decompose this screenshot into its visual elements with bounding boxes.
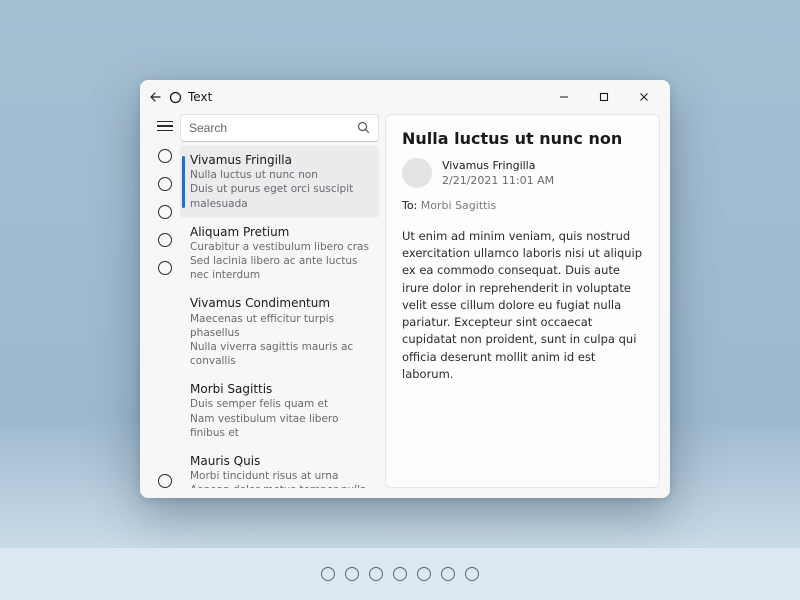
maximize-button[interactable]	[584, 83, 624, 111]
list-item-title: Vivamus Condimentum	[190, 295, 371, 311]
message-heading: Nulla luctus ut nunc non	[402, 129, 643, 148]
search-box[interactable]	[180, 114, 379, 142]
sender-meta: Vivamus Fringilla 2/21/2021 11:01 AM	[442, 158, 554, 189]
pagination-dot[interactable]	[345, 567, 359, 581]
list-item-subtitle: Curabitur a vestibulum libero cras	[190, 240, 371, 254]
sender-row: Vivamus Fringilla 2/21/2021 11:01 AM	[402, 158, 643, 189]
list-item[interactable]: Morbi SagittisDuis semper felis quam etN…	[180, 375, 379, 447]
avatar	[402, 158, 432, 188]
list-item-preview: Sed lacinia libero ac ante luctus nec in…	[190, 254, 371, 282]
back-icon[interactable]	[148, 90, 162, 104]
list-item-subtitle: Maecenas ut efficitur turpis phasellus	[190, 312, 371, 340]
list-pane: Vivamus FringillaNulla luctus ut nunc no…	[180, 114, 385, 488]
titlebar: Text	[140, 80, 670, 114]
nav-rail	[150, 114, 180, 488]
list-item-preview: Nulla viverra sagittis mauris ac convall…	[190, 340, 371, 368]
rail-item[interactable]	[158, 261, 172, 275]
close-button[interactable]	[624, 83, 664, 111]
to-row: To: Morbi Sagittis	[402, 199, 643, 212]
rail-item[interactable]	[158, 177, 172, 191]
list-item-subtitle: Morbi tincidunt risus at urna	[190, 469, 371, 483]
list-item-subtitle: Duis semper felis quam et	[190, 397, 371, 411]
sender-name: Vivamus Fringilla	[442, 158, 554, 173]
list-item-title: Morbi Sagittis	[190, 381, 371, 397]
app-icon	[168, 90, 182, 104]
rail-item-bottom[interactable]	[158, 474, 172, 488]
app-window: Text Vi	[140, 80, 670, 498]
pagination-dot[interactable]	[465, 567, 479, 581]
list-item-preview: Aenean dolor metus tempor nulla ac dapib…	[190, 483, 371, 488]
minimize-button[interactable]	[544, 83, 584, 111]
search-input[interactable]	[189, 121, 357, 135]
pagination-dot[interactable]	[393, 567, 407, 581]
rail-item[interactable]	[158, 149, 172, 163]
list-item[interactable]: Mauris QuisMorbi tincidunt risus at urna…	[180, 447, 379, 488]
list-item-title: Mauris Quis	[190, 453, 371, 469]
sender-time: 2/21/2021 11:01 AM	[442, 173, 554, 188]
rail-item[interactable]	[158, 205, 172, 219]
list-item-subtitle: Nulla luctus ut nunc non	[190, 168, 371, 182]
message-list: Vivamus FringillaNulla luctus ut nunc no…	[180, 146, 379, 488]
list-item-preview: Nam vestibulum vitae libero finibus et	[190, 412, 371, 440]
list-item-title: Vivamus Fringilla	[190, 152, 371, 168]
pagination-dot[interactable]	[417, 567, 431, 581]
list-item[interactable]: Vivamus CondimentumMaecenas ut efficitur…	[180, 289, 379, 375]
pagination-dot[interactable]	[441, 567, 455, 581]
list-item[interactable]: Vivamus FringillaNulla luctus ut nunc no…	[180, 146, 379, 218]
to-label: To:	[402, 199, 417, 212]
window-title: Text	[188, 90, 212, 104]
to-value: Morbi Sagittis	[421, 199, 496, 212]
list-item-title: Aliquam Pretium	[190, 224, 371, 240]
list-item[interactable]: Aliquam PretiumCurabitur a vestibulum li…	[180, 218, 379, 290]
window-controls	[544, 83, 664, 111]
window-body: Vivamus FringillaNulla luctus ut nunc no…	[140, 114, 670, 498]
detail-pane: Nulla luctus ut nunc non Vivamus Fringil…	[385, 114, 660, 488]
pagination-dot[interactable]	[369, 567, 383, 581]
search-icon	[357, 119, 370, 138]
list-item-preview: Duis ut purus eget orci suscipit malesua…	[190, 182, 371, 210]
pagination-dot[interactable]	[321, 567, 335, 581]
titlebar-left: Text	[148, 90, 544, 104]
message-body: Ut enim ad minim veniam, quis nostrud ex…	[402, 228, 643, 383]
pagination-strip	[0, 548, 800, 600]
rail-item[interactable]	[158, 233, 172, 247]
hamburger-icon[interactable]	[157, 121, 173, 131]
